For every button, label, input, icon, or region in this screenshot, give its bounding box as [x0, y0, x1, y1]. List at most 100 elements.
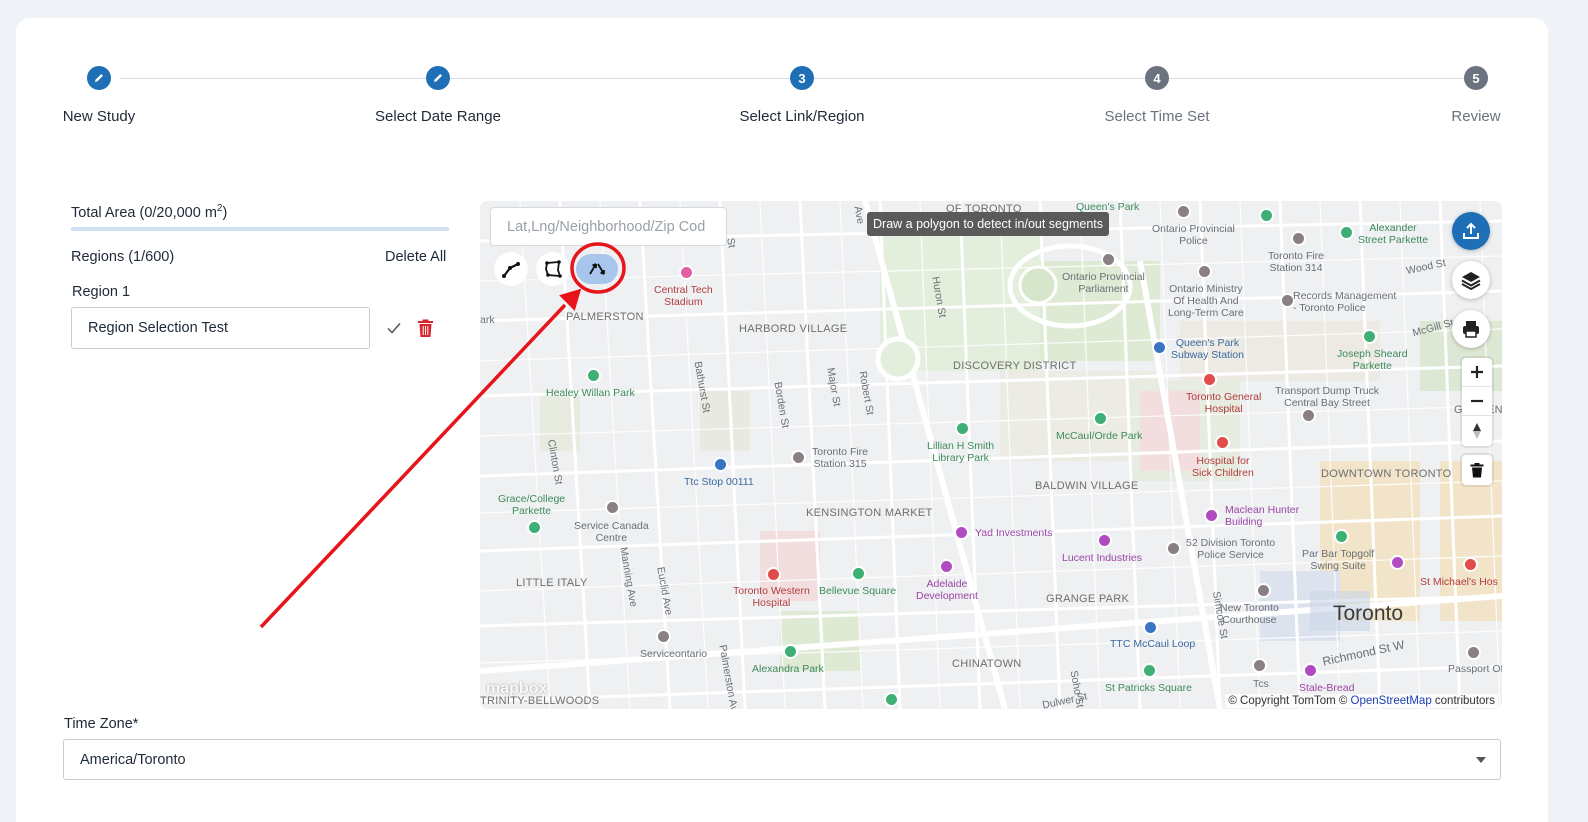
park-pin-icon[interactable]: [1334, 529, 1349, 544]
draw-polygon-tooltip: Draw a polygon to detect in/out segments: [867, 212, 1109, 236]
park-pin-icon[interactable]: [1259, 208, 1274, 223]
park-pin-icon[interactable]: [527, 520, 542, 535]
map-label: 52 Division Toronto Police Service: [1186, 537, 1276, 562]
tcs-pin-icon[interactable]: [1252, 658, 1267, 673]
courthouse-pin-icon[interactable]: [1256, 583, 1271, 598]
in-out-segments-tool[interactable]: [576, 254, 618, 284]
zoom-in-button[interactable]: [1462, 358, 1492, 387]
zoom-out-button[interactable]: [1462, 387, 1492, 416]
check-icon[interactable]: [386, 318, 402, 338]
park-pin-icon[interactable]: [1142, 663, 1157, 678]
minus-icon: [1471, 399, 1483, 403]
park-pin-icon[interactable]: [851, 566, 866, 581]
caret-down-icon: [1476, 757, 1486, 763]
shop-pin-icon[interactable]: [1097, 533, 1112, 548]
map-label: Maclean Hunter Building: [1225, 504, 1300, 529]
hospital-pin-icon[interactable]: [766, 567, 781, 582]
map-label: New Toronto Courthouse: [1220, 602, 1279, 627]
upload-icon: [1463, 222, 1479, 239]
total-area-text: Total Area (0/20,000 m: [71, 204, 217, 221]
map-label: McCaul/Orde Park: [1056, 430, 1143, 442]
subway-pin-icon[interactable]: [1152, 340, 1167, 355]
step-done-badge: [426, 66, 450, 90]
park-pin-icon[interactable]: [586, 368, 601, 383]
shop-pin-icon[interactable]: [1390, 555, 1405, 570]
step-label: Select Link/Region: [739, 108, 865, 125]
police-pin-icon[interactable]: [1176, 204, 1191, 219]
openstreetmap-link[interactable]: OpenStreetMap: [1351, 695, 1432, 707]
map-label: Yad Investments: [975, 527, 1053, 539]
map-label: Alexandra Park: [752, 663, 824, 675]
park-pin-icon[interactable]: [1093, 411, 1108, 426]
map-label: Records Management - Toronto Police: [1293, 290, 1397, 315]
polyline-icon: [502, 262, 520, 278]
park-pin-icon[interactable]: [955, 421, 970, 436]
timezone-select[interactable]: America/Toronto: [63, 739, 1501, 780]
map-label: Toronto Fire Station 315: [812, 446, 869, 471]
layers-button[interactable]: [1452, 261, 1490, 299]
park-pin-icon[interactable]: [884, 692, 899, 707]
step-review[interactable]: 5 Review: [1376, 66, 1576, 125]
map-label: GRANGE PARK: [1046, 593, 1130, 605]
transport-pin-icon[interactable]: [1301, 408, 1316, 423]
step-select-time-set[interactable]: 4 Select Time Set: [1057, 66, 1257, 125]
park-pin-icon[interactable]: [1362, 329, 1377, 344]
delete-all-button[interactable]: Delete All: [385, 249, 446, 265]
stadium-pin-icon[interactable]: [679, 265, 694, 280]
shop-pin-icon[interactable]: [939, 559, 954, 574]
bus-stop-pin-icon[interactable]: [1143, 620, 1158, 635]
map-label: PALMERSTON: [566, 311, 644, 323]
hospital-pin-icon[interactable]: [1463, 557, 1478, 572]
shop-pin-icon[interactable]: [1204, 508, 1219, 523]
passport-pin-icon[interactable]: [1466, 645, 1481, 660]
service-pin-icon[interactable]: [605, 500, 620, 515]
step-select-date-range[interactable]: Select Date Range: [338, 66, 538, 125]
total-area-close: ): [222, 204, 228, 221]
map-label: Bellevue Square: [819, 585, 897, 597]
fire-station-pin-icon[interactable]: [1291, 231, 1306, 246]
map-label: Stale-Bread: [1299, 682, 1355, 694]
shop-pin-icon[interactable]: [1303, 663, 1318, 678]
region-name-input[interactable]: [71, 307, 370, 349]
map-label: Hospital for Sick Children: [1192, 455, 1254, 480]
step-new-study[interactable]: New Study: [0, 66, 199, 125]
map-label: St Michael's Hos: [1420, 576, 1498, 588]
map-canvas[interactable]: OF TORONTO Queen's Park Ontario Provinci…: [480, 201, 1502, 709]
print-button[interactable]: [1452, 310, 1490, 348]
parliament-pin-icon[interactable]: [1101, 252, 1116, 267]
step-number-badge: 5: [1464, 66, 1488, 90]
step-select-link-region[interactable]: 3 Select Link/Region: [702, 66, 902, 125]
delete-shape-button[interactable]: [1462, 455, 1492, 485]
hospital-pin-icon[interactable]: [1202, 372, 1217, 387]
map-label: Lillian H Smith Library Park: [927, 440, 995, 465]
hospital-pin-icon[interactable]: [1215, 435, 1230, 450]
map-label: Grace/College Parkette: [498, 493, 566, 518]
draw-line-tool[interactable]: [494, 252, 528, 286]
shop-pin-icon[interactable]: [954, 525, 969, 540]
regions-count: Regions (1/600): [71, 249, 175, 265]
map-label: Tcs: [1253, 678, 1269, 690]
map-label: Toronto: [1333, 602, 1404, 625]
map-label: Joseph Sheard Parkette: [1337, 348, 1408, 373]
map-label: Central Tech Stadium: [654, 284, 713, 309]
step-label: Select Date Range: [375, 108, 501, 125]
polygon-icon: [545, 260, 562, 278]
map-label: BALDWIN VILLAGE: [1035, 480, 1139, 492]
step-label: New Study: [62, 108, 136, 125]
mapbox-logo: mapbox: [486, 680, 548, 697]
bus-stop-pin-icon[interactable]: [713, 457, 728, 472]
upload-button[interactable]: [1452, 212, 1490, 250]
fire-station-pin-icon[interactable]: [791, 450, 806, 465]
map-label: TTC McCaul Loop: [1110, 638, 1196, 650]
reset-north-button[interactable]: [1462, 416, 1492, 445]
service-pin-icon[interactable]: [656, 629, 671, 644]
park-pin-icon[interactable]: [1339, 225, 1354, 240]
park-pin-icon[interactable]: [783, 644, 798, 659]
draw-polygon-tool[interactable]: [536, 252, 570, 286]
police-pin-icon[interactable]: [1166, 541, 1181, 556]
ministry-pin-icon[interactable]: [1197, 264, 1212, 279]
location-search-input[interactable]: [490, 207, 727, 246]
map-label: KENSINGTON MARKET: [806, 507, 933, 519]
timezone-label: Time Zone*: [64, 716, 139, 732]
trash-icon[interactable]: [417, 318, 434, 338]
